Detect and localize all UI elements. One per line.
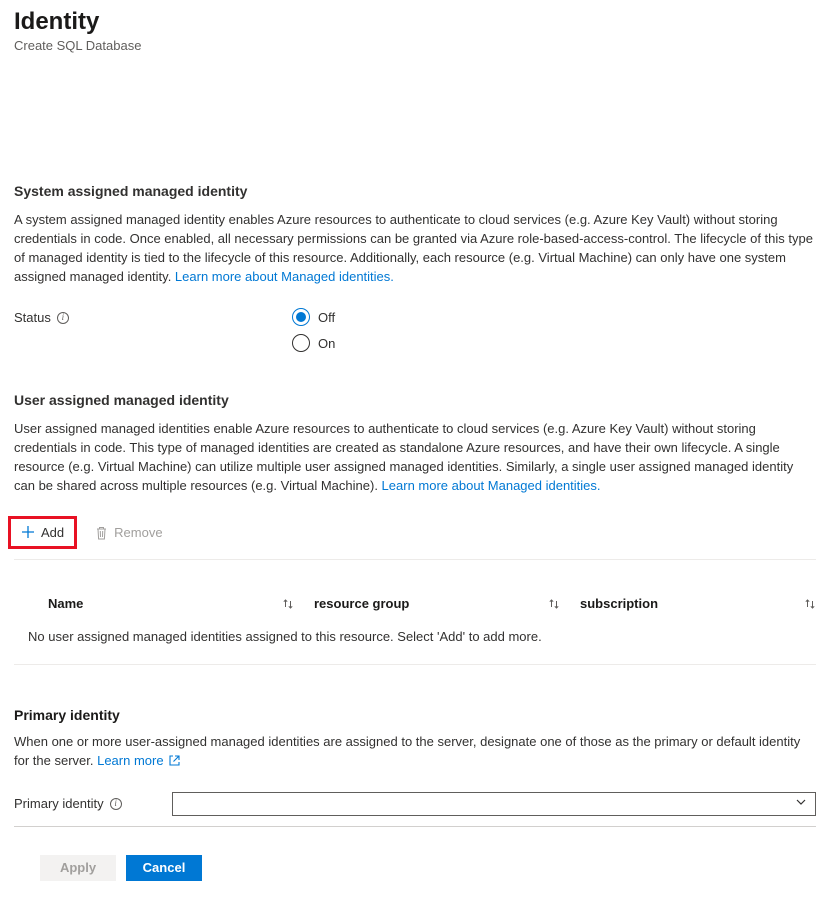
user-assigned-heading: User assigned managed identity: [14, 392, 816, 408]
breadcrumb-subtitle: Create SQL Database: [14, 38, 816, 53]
table-header-row: Name resource group subscription: [14, 590, 816, 621]
column-sub-label: subscription: [580, 596, 658, 611]
primary-identity-description: When one or more user-assigned managed i…: [14, 733, 816, 772]
status-radio-group: Off On: [292, 308, 335, 352]
remove-button: Remove: [91, 523, 166, 542]
column-name-label: Name: [48, 596, 83, 611]
status-radio-off[interactable]: Off: [292, 308, 335, 326]
external-link-icon: [169, 753, 180, 772]
table-empty-message: No user assigned managed identities assi…: [14, 621, 816, 665]
column-header-resource-group[interactable]: resource group: [314, 596, 568, 611]
primary-identity-dropdown[interactable]: [172, 792, 816, 816]
primary-identity-label: Primary identity: [14, 796, 104, 811]
sort-icon[interactable]: [548, 598, 560, 610]
radio-icon: [292, 334, 310, 352]
plus-icon: [21, 525, 35, 539]
learn-more-label: Learn more: [97, 753, 163, 768]
system-assigned-body-text: A system assigned managed identity enabl…: [14, 212, 813, 284]
system-assigned-description: A system assigned managed identity enabl…: [14, 211, 816, 286]
status-label: Status: [14, 310, 51, 325]
status-radio-on-label: On: [318, 336, 335, 351]
chevron-down-icon: [795, 796, 807, 811]
primary-identity-learn-more-link[interactable]: Learn more: [97, 753, 180, 768]
status-radio-off-label: Off: [318, 310, 335, 325]
add-button-label: Add: [41, 525, 64, 540]
column-header-name[interactable]: Name: [48, 596, 302, 611]
system-assigned-learn-more-link[interactable]: Learn more about Managed identities.: [175, 269, 394, 284]
status-radio-on[interactable]: On: [292, 334, 335, 352]
add-button[interactable]: Add: [17, 523, 68, 542]
column-header-subscription[interactable]: subscription: [580, 596, 804, 611]
sort-icon[interactable]: [804, 598, 816, 610]
footer-buttons: Apply Cancel: [14, 855, 816, 881]
status-field: Status i Off On: [14, 308, 816, 352]
user-assigned-learn-more-link[interactable]: Learn more about Managed identities.: [382, 478, 601, 493]
system-assigned-heading: System assigned managed identity: [14, 183, 816, 199]
add-button-highlight: Add: [8, 516, 77, 550]
user-assigned-toolbar: Add Remove: [14, 512, 816, 561]
apply-button: Apply: [40, 855, 116, 881]
info-icon[interactable]: i: [57, 312, 69, 324]
cancel-button[interactable]: Cancel: [126, 855, 202, 881]
trash-icon: [95, 526, 108, 540]
user-assigned-description: User assigned managed identities enable …: [14, 420, 816, 495]
info-icon[interactable]: i: [110, 798, 122, 810]
remove-button-label: Remove: [114, 525, 162, 540]
sort-icon[interactable]: [282, 598, 294, 610]
primary-identity-heading: Primary identity: [14, 707, 816, 723]
primary-identity-field: Primary identity i: [14, 792, 816, 827]
radio-icon: [292, 308, 310, 326]
identity-table: Name resource group subscription No user…: [14, 590, 816, 665]
column-rg-label: resource group: [314, 596, 409, 611]
page-title: Identity: [14, 8, 816, 36]
